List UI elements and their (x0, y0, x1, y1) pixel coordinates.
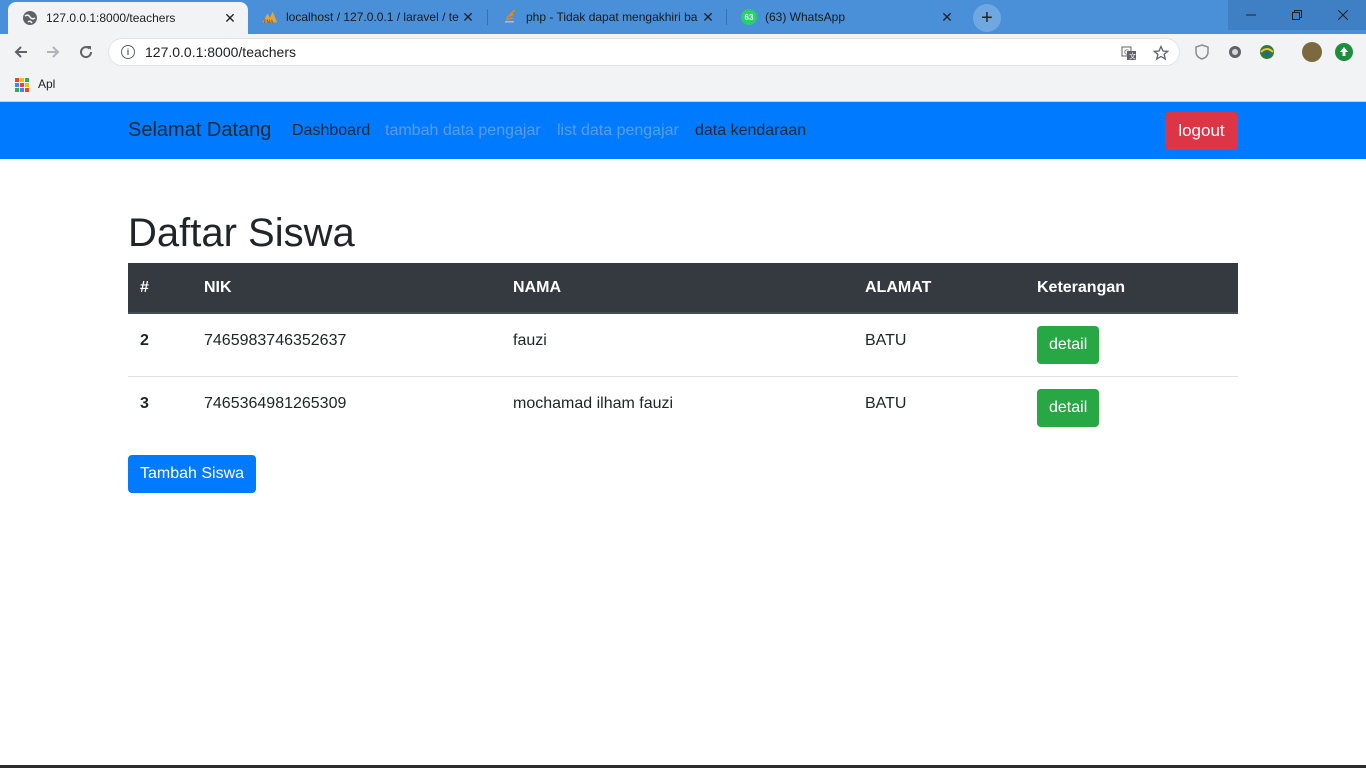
close-icon[interactable]: ✕ (460, 9, 476, 25)
svg-text:PMA: PMA (264, 19, 274, 25)
column-header-nama: NAMA (501, 263, 853, 314)
tab-title: php - Tidak dapat mengakhiri ba (526, 10, 698, 24)
column-header-number: # (128, 263, 192, 314)
nav-link-dashboard[interactable]: Dashboard (292, 122, 370, 140)
cell-id: 2 (140, 332, 149, 349)
update-icon[interactable] (1335, 43, 1353, 61)
back-arrow-icon[interactable] (8, 39, 34, 65)
students-table: # NIK NAMA ALAMAT Keterangan 2 746598374… (128, 263, 1238, 439)
browser-titlebar: 127.0.0.1:8000/teachers ✕ PMA localhost … (0, 0, 1366, 34)
info-icon[interactable]: i (121, 45, 135, 59)
navbar-brand[interactable]: Selamat Datang (128, 119, 271, 142)
cell-nama: mochamad ilham fauzi (501, 375, 853, 439)
tab-title: (63) WhatsApp (765, 10, 846, 24)
cell-alamat: BATU (865, 332, 907, 349)
cell-nama: fauzi (513, 332, 547, 349)
detail-button[interactable]: detail (1037, 326, 1100, 364)
address-bar[interactable]: i 127.0.0.1:8000/teachers G文 (108, 38, 1180, 66)
apps-bookmark-label[interactable]: Apl (38, 77, 55, 91)
logout-button[interactable]: logout (1165, 112, 1238, 150)
cell-keterangan: detail (1025, 375, 1238, 439)
whatsapp-badge: 63 (744, 12, 754, 22)
svg-text:文: 文 (1129, 52, 1136, 61)
browser-tab-phpmyadmin[interactable]: PMA localhost / 127.0.0.1 / laravel / te… (248, 0, 486, 34)
phpmyadmin-icon: PMA (262, 9, 278, 25)
close-window-icon[interactable] (1320, 0, 1366, 30)
column-header-alamat: ALAMAT (853, 263, 1025, 314)
browser-tab-stackoverflow[interactable]: php - Tidak dapat mengakhiri ba ✕ (488, 0, 726, 34)
close-icon[interactable]: ✕ (700, 9, 716, 25)
cell-nik: 7465364981265309 (192, 375, 501, 439)
table-header-row: # NIK NAMA ALAMAT Keterangan (128, 263, 1238, 314)
restore-icon[interactable] (1274, 0, 1320, 30)
cell-nik: 7465983746352637 (204, 332, 347, 349)
detail-button[interactable]: detail (1037, 388, 1100, 427)
browser-tab-teachers[interactable]: 127.0.0.1:8000/teachers ✕ (8, 2, 248, 34)
stackoverflow-icon (502, 9, 518, 25)
circle-extension-icon[interactable] (1226, 43, 1244, 61)
close-icon[interactable]: ✕ (939, 9, 955, 25)
app-navbar: Selamat Datang Dashboard tambah data pen… (0, 102, 1366, 159)
column-header-nik: NIK (192, 263, 501, 314)
page-title: Daftar Siswa (128, 211, 355, 255)
cell-id: 3 (128, 375, 192, 439)
nav-link-list-pengajar[interactable]: list data pengajar (557, 122, 679, 140)
address-url: 127.0.0.1:8000/teachers (145, 44, 297, 60)
forward-arrow-icon[interactable] (40, 39, 66, 65)
nav-link-tambah-pengajar[interactable]: tambah data pengajar (385, 122, 541, 140)
column-header-keterangan: Keterangan (1025, 263, 1238, 314)
avatar[interactable] (1302, 42, 1322, 62)
nav-link-data-kendaraan[interactable]: data kendaraan (695, 122, 806, 140)
reload-icon[interactable] (73, 39, 99, 65)
cell-keterangan: detail (1025, 313, 1238, 376)
new-tab-icon[interactable]: + (973, 4, 1001, 32)
whatsapp-icon: 63 (741, 9, 757, 25)
translate-icon[interactable]: G文 (1121, 39, 1137, 67)
bookmarks-bar: Apl (0, 70, 1366, 102)
tab-title: 127.0.0.1:8000/teachers (46, 11, 176, 25)
browser-tab-whatsapp[interactable]: 63 (63) WhatsApp ✕ (727, 0, 965, 34)
globe-icon (22, 10, 38, 26)
table-row: 2 7465983746352637 fauzi BATU detail (128, 313, 1238, 376)
table-row: 3 7465364981265309 mochamad ilham fauzi … (128, 375, 1238, 439)
minimize-icon[interactable] (1228, 0, 1274, 30)
close-icon[interactable]: ✕ (222, 10, 238, 26)
browser-toolbar: i 127.0.0.1:8000/teachers G文 (0, 34, 1366, 70)
star-icon[interactable] (1153, 39, 1169, 67)
idm-extension-icon[interactable] (1258, 43, 1276, 61)
apps-grid-icon[interactable] (15, 78, 29, 92)
cell-alamat: BATU (853, 375, 1025, 439)
shield-extension-icon[interactable] (1193, 43, 1211, 61)
tambah-siswa-button[interactable]: Tambah Siswa (128, 455, 257, 493)
tab-title: localhost / 127.0.0.1 / laravel / te (286, 10, 459, 24)
